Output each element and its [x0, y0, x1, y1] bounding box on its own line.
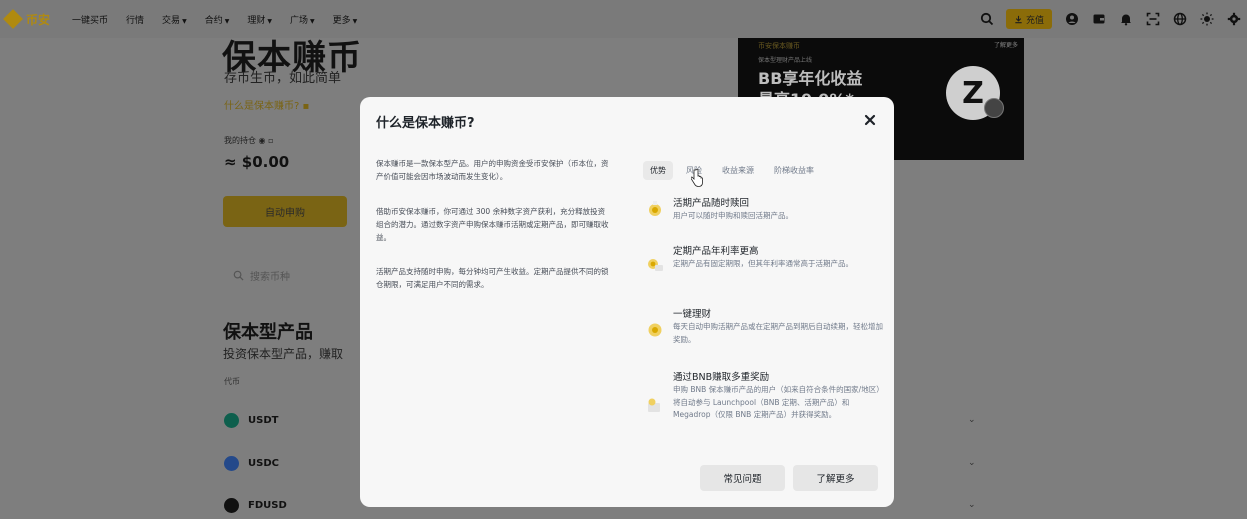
top-navigation-bar: 币安 一键买币 行情 交易 ▼ 合约 ▼ 理财 ▼ 广场 ▼ 更多 ▼ 充值 [0, 0, 1247, 38]
chevron-down-icon: ▼ [182, 17, 187, 25]
modal-tabs: 优势 风险 收益来源 阶梯收益率 [643, 161, 827, 180]
section-subtitle: 投资保本型产品，赚取 [223, 347, 344, 361]
column-header-coin: 代币 [224, 377, 240, 386]
auto-subscribe-button[interactable]: 自动申购 [223, 196, 347, 227]
coin-name: USDT [248, 414, 279, 426]
section-title: 保本型产品 [223, 322, 313, 343]
close-icon[interactable] [862, 112, 878, 128]
coin-row-usdt[interactable]: USDT [224, 411, 278, 429]
auto-invest-icon [648, 323, 662, 337]
main-nav: 一键买币 行情 交易 ▼ 合约 ▼ 理财 ▼ 广场 ▼ 更多 ▼ [72, 13, 375, 26]
coin-row-fdusd[interactable]: FDUSD [224, 496, 287, 514]
feature-desc: 每天自动申购活期产品或在定期产品到期后自动续期，轻松增加奖励。 [673, 322, 883, 344]
nav-item-futures[interactable]: 合约 ▼ [205, 13, 230, 26]
feature-desc: 定期产品有固定期限，但其年利率通常高于活期产品。 [673, 259, 853, 268]
nav-item-trade[interactable]: 交易 ▼ [162, 13, 187, 26]
nav-item-more[interactable]: 更多 ▼ [333, 13, 358, 26]
tab-yield-source[interactable]: 收益来源 [715, 161, 761, 180]
page-subtitle: 存币生币，如此简单 [224, 71, 342, 86]
download-icon [1015, 15, 1022, 23]
nav-item-markets[interactable]: 行情 [126, 13, 144, 26]
coin-clock-icon [649, 201, 661, 216]
binance-logo-icon [3, 9, 23, 29]
theme-toggle-icon[interactable] [1200, 12, 1214, 26]
search-icon[interactable] [980, 12, 994, 26]
tab-tiered-apr[interactable]: 阶梯收益率 [767, 161, 821, 180]
modal-title: 什么是保本赚币? [376, 116, 475, 131]
coin-name: USDC [248, 457, 279, 469]
coins-stack-icon [648, 259, 663, 271]
coin-name: FDUSD [248, 499, 287, 511]
globe-icon[interactable] [1173, 12, 1187, 26]
what-is-link[interactable]: 什么是保本赚币? ▪ [224, 97, 309, 112]
feature-desc: 申购 BNB 保本赚币产品的用户（如来自符合条件的国家/地区）将自动参与 Lau… [673, 385, 884, 419]
feature-item: 定期产品年利率更高 定期产品有固定期限，但其年利率通常高于活期产品。 [646, 243, 882, 293]
mouse-pointer-icon [691, 169, 703, 187]
chevron-down-icon: ▼ [267, 17, 272, 25]
modal-paragraph: 借助币安保本赚币，你可通过 300 余种数字资产获利，充分释放投资组合的潜力。通… [376, 207, 609, 242]
feature-title: 定期产品年利率更高 [673, 246, 759, 257]
eye-icon[interactable]: ◉ [259, 136, 266, 145]
nav-item-buy-crypto[interactable]: 一键买币 [72, 13, 108, 26]
feature-item: 活期产品随时赎回 用户可以随时申购和赎回活期产品。 [646, 195, 882, 235]
bnb-rewards-icon [648, 398, 660, 412]
scan-icon[interactable] [1146, 12, 1160, 26]
banner-small-text: 保本型理财产品上线 [758, 57, 813, 64]
banner-tag: 币安保本赚币 [758, 42, 800, 50]
holding-value: ≈ $0.00 [224, 153, 290, 171]
feature-item: 一键理财 每天自动申购活期产品或在定期产品到期后自动续期，轻松增加奖励。 [646, 306, 883, 356]
brand-name: 币安 [26, 12, 51, 27]
usdc-icon [224, 455, 239, 471]
wallet-icon[interactable] [1092, 12, 1106, 26]
feature-desc: 用户可以随时申购和赎回活期产品。 [673, 211, 793, 220]
deposit-label: 充值 [1025, 15, 1044, 26]
nav-item-square[interactable]: 广场 ▼ [290, 13, 315, 26]
user-icon[interactable] [1065, 12, 1079, 26]
chevron-down-icon[interactable]: ⌄ [968, 500, 976, 510]
coin-search-input[interactable]: 搜索币种 [224, 262, 354, 288]
settings-gear-icon[interactable] [1227, 12, 1241, 26]
history-icon[interactable]: ▫ [268, 136, 273, 145]
what-is-modal: 什么是保本赚币? 保本赚币是一款保本型产品。用户的申购资金受币安保护（币本位，资… [360, 97, 894, 507]
feature-title: 通过BNB赚取多重奖励 [673, 372, 770, 383]
modal-paragraph: 保本赚币是一款保本型产品。用户的申购资金受币安保护（币本位，资产价值可能会因市场… [376, 159, 609, 181]
nav-item-earn[interactable]: 理财 ▼ [247, 13, 272, 26]
holding-label: 我的持仓 ◉ ▫ [224, 136, 274, 145]
feature-title: 活期产品随时赎回 [673, 198, 750, 209]
fdusd-icon [224, 497, 239, 513]
usdt-icon [224, 412, 239, 428]
coin-row-usdc[interactable]: USDC [224, 454, 279, 472]
search-icon [233, 270, 244, 281]
bell-icon[interactable] [1119, 12, 1133, 26]
search-placeholder: 搜索币种 [250, 271, 290, 283]
feature-title: 一键理财 [673, 309, 712, 320]
feature-item: 通过BNB赚取多重奖励 申购 BNB 保本赚币产品的用户（如来自符合条件的国家/… [646, 369, 884, 443]
book-icon: ▪ [302, 101, 310, 112]
banner-corner-link[interactable]: 了解更多 [994, 40, 1018, 49]
modal-paragraph: 活期产品支持随时申购，每分钟均可产生收益。定期产品提供不同的锁仓期限，可满足用户… [376, 267, 609, 289]
lock-icon [984, 98, 1004, 118]
learn-more-button[interactable]: 了解更多 [793, 465, 878, 491]
chevron-down-icon: ▼ [352, 17, 358, 25]
chevron-down-icon[interactable]: ⌄ [968, 415, 976, 425]
tab-advantages[interactable]: 优势 [643, 161, 673, 180]
brand-logo[interactable]: 币安 [3, 9, 51, 29]
faq-button[interactable]: 常见问题 [700, 465, 785, 491]
deposit-button[interactable]: 充值 [1005, 9, 1052, 29]
chevron-down-icon[interactable]: ⌄ [968, 458, 976, 468]
chevron-down-icon: ▼ [224, 17, 230, 25]
top-right-actions: 充值 [967, 0, 1241, 38]
chevron-down-icon: ▼ [309, 17, 315, 25]
